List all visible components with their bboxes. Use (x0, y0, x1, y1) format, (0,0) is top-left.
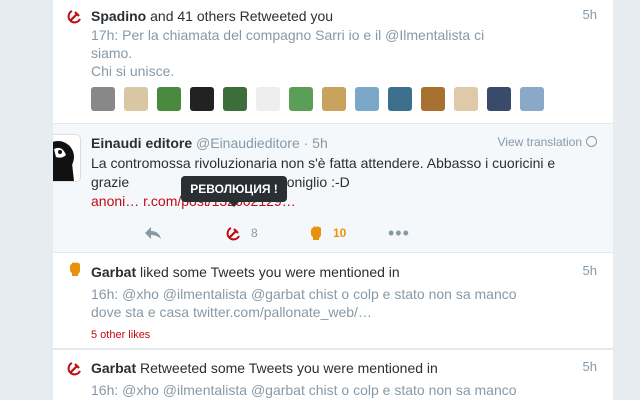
retweeter-avatar[interactable] (520, 87, 544, 111)
author-handle[interactable]: @Einaudieditore · 5h (196, 135, 328, 151)
retweeter-avatar[interactable] (322, 87, 346, 111)
retweeter-avatar[interactable] (487, 87, 511, 111)
snippet-line: Chi si unisce. (91, 63, 175, 79)
like-button[interactable]: 10 (308, 224, 346, 242)
notification-header: Spadino and 41 others Retweeted you (91, 7, 333, 25)
retweeter-avatar[interactable] (124, 87, 148, 111)
notifications-stream: Spadino and 41 others Retweeted you 5h 1… (53, 0, 613, 400)
more-button[interactable]: ••• (388, 224, 410, 242)
tweet-text-line: La contromossa rivoluzionaria non s'è fa… (91, 155, 556, 171)
actor-name[interactable]: Garbat (91, 264, 136, 280)
notification-action: Retweeted some Tweets you were mentioned… (140, 360, 438, 376)
retweeter-avatar[interactable] (256, 87, 280, 111)
snippet-line: 17h: Per la chiamata del compagno Sarri … (91, 27, 485, 43)
tweet-snippet[interactable]: 17h: Per la chiamata del compagno Sarri … (91, 26, 561, 80)
like-notification[interactable]: Garbat liked some Tweets you were mentio… (53, 253, 613, 349)
other-likes-link[interactable]: 5 other likes (91, 329, 150, 341)
retweet-count: 8 (251, 226, 258, 240)
retweeter-avatar[interactable] (355, 87, 379, 111)
timestamp[interactable]: 5h (583, 7, 597, 22)
actor-name[interactable]: Garbat (91, 360, 136, 376)
tweet-author-avatar[interactable] (53, 134, 81, 182)
snippet-line: 16h: @xho @ilmentalista @garbat chist o … (91, 286, 517, 302)
tweet-url-link[interactable]: anoni… r.com/post/132602129… (91, 192, 591, 211)
timestamp[interactable]: 5h (583, 359, 597, 374)
author-name[interactable]: Einaudi editore (91, 135, 192, 151)
retweeter-avatar[interactable] (388, 87, 412, 111)
retweeter-avatar[interactable] (157, 87, 181, 111)
retweet-notification[interactable]: Spadino and 41 others Retweeted you 5h 1… (53, 0, 613, 124)
raised-fist-icon (311, 226, 321, 240)
notification-header: Garbat Retweeted some Tweets you were me… (91, 359, 438, 377)
raised-fist-icon (67, 261, 83, 277)
snippet-line: dove sta e casa twitter.com/pallonate_we… (91, 304, 372, 320)
retweeter-avatar[interactable] (190, 87, 214, 111)
reply-icon (145, 227, 161, 239)
reply-button[interactable] (144, 224, 162, 242)
tweet-snippet[interactable]: 16h: @xho @ilmentalista @garbat chist o … (91, 381, 561, 399)
hammer-sickle-icon (67, 8, 83, 24)
like-count: 10 (333, 226, 347, 240)
tweet-snippet[interactable]: 16h: @xho @ilmentalista @garbat chist o … (91, 285, 561, 321)
view-translation-label: View translation (497, 135, 583, 149)
snippet-line: siamo. (91, 45, 133, 61)
hammer-sickle-icon (226, 227, 240, 241)
tweet-text: La contromossa rivoluzionaria non s'è fa… (91, 154, 591, 211)
retweeter-avatar[interactable] (91, 87, 115, 111)
hammer-sickle-icon (67, 360, 83, 376)
notification-action: liked some Tweets you were mentioned in (140, 264, 400, 280)
retweeter-avatar[interactable] (454, 87, 478, 111)
retweet-button[interactable]: 8 (226, 224, 258, 242)
revolution-tooltip: РЕВОЛЮЦИЯ ! (181, 176, 287, 207)
retweeter-avatar[interactable] (421, 87, 445, 111)
tweet-text-line: grazie imoconiglio :-D (91, 173, 591, 192)
retweet-notification[interactable]: Garbat Retweeted some Tweets you were me… (53, 350, 613, 400)
timestamp[interactable]: 5h (583, 263, 597, 278)
more-dots-icon: ••• (388, 223, 410, 243)
tweet-header: Einaudi editore @Einaudieditore · 5h (91, 135, 328, 151)
globe-icon (586, 136, 597, 147)
tweet-text-fragment: grazie (91, 174, 130, 190)
retweeter-avatar[interactable] (223, 87, 247, 111)
notification-header: Garbat liked some Tweets you were mentio… (91, 263, 400, 281)
retweeter-avatar[interactable] (289, 87, 313, 111)
actor-name[interactable]: Spadino (91, 8, 146, 24)
notification-action: and 41 others Retweeted you (150, 8, 334, 24)
view-translation-link[interactable]: View translation (497, 135, 597, 149)
snippet-line: 16h: @xho @ilmentalista @garbat chist o … (91, 382, 517, 398)
